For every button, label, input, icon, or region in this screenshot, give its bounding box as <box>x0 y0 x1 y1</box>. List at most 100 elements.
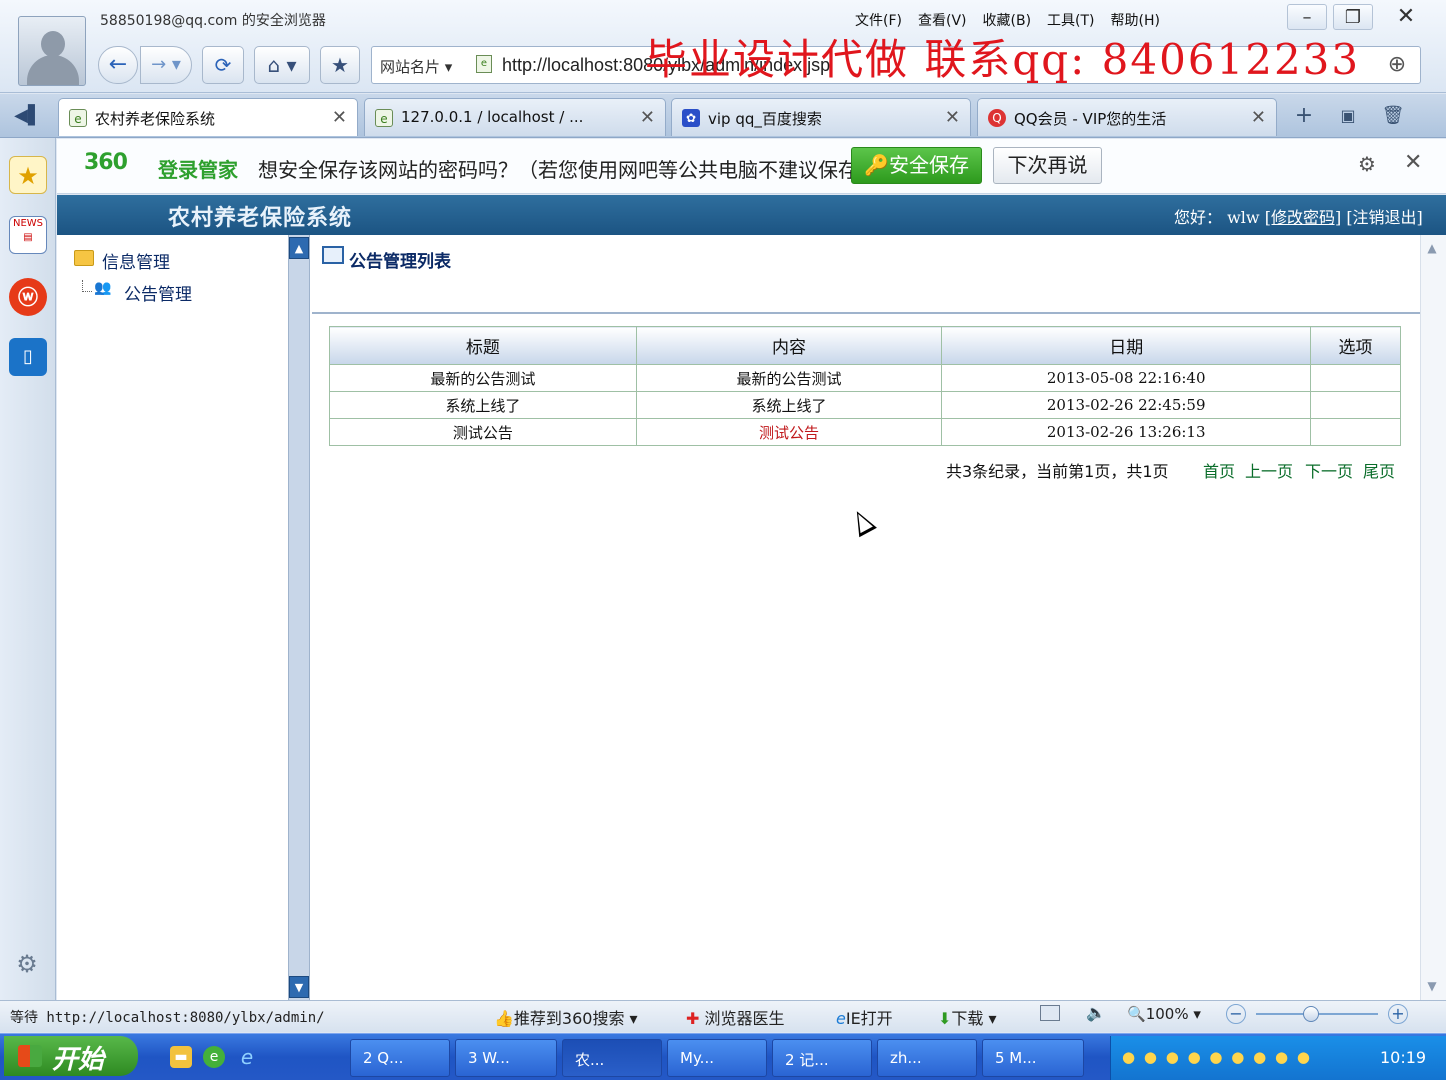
taskbar-item[interactable]: 2 记... <box>772 1039 872 1077</box>
pager-next-link[interactable]: 下一页 <box>1305 458 1353 482</box>
cell-title: 系统上线了 <box>329 391 637 419</box>
safe-save-button[interactable]: 🔑安全保存 <box>851 147 982 184</box>
tab-qq-vip[interactable]: Q QQ会员 - VIP您的生活 ✕ <box>977 98 1277 136</box>
favorite-button[interactable]: ★ <box>320 46 360 84</box>
refresh-icon: ⟳ <box>214 53 232 77</box>
folder-icon[interactable]: ▬ <box>170 1046 192 1068</box>
tab-close-icon[interactable]: ✕ <box>1251 107 1266 128</box>
zoom-dropdown[interactable]: 🔍100% ▾ <box>1127 1005 1201 1023</box>
cell-option <box>1310 418 1401 446</box>
pager-last-link[interactable]: 尾页 <box>1363 458 1395 482</box>
refresh-button[interactable]: ⟳ <box>202 46 244 84</box>
collapse-sidebar-icon[interactable]: ◀▌ <box>8 100 48 132</box>
qq-penguin-icon: Q <box>988 109 1006 127</box>
app-title: 农村养老保险系统 <box>168 205 353 231</box>
ie-icon: e <box>836 1009 846 1028</box>
user-avatar[interactable] <box>18 16 86 86</box>
close-icon[interactable]: ✕ <box>1404 150 1422 175</box>
notice-table: 标题 内容 日期 选项 最新的公告测试 最新的公告测试 2013-05-08 2… <box>329 326 1401 446</box>
scroll-down-arrow-icon[interactable]: ▼ <box>1422 976 1442 996</box>
cell-date: 2013-02-26 22:45:59 <box>941 391 1312 419</box>
window-icon[interactable] <box>1040 1005 1060 1021</box>
scroll-up-arrow-icon[interactable]: ▲ <box>1422 238 1442 258</box>
tab-list-icon[interactable]: ▣ <box>1330 100 1366 132</box>
logo-360: 360 <box>84 150 128 175</box>
nav-tree <box>58 235 288 1000</box>
taskbar-item[interactable]: zh... <box>877 1039 977 1077</box>
taskbar-item[interactable]: 3 W... <box>455 1039 557 1077</box>
browser-doctor-button[interactable]: ✚ 浏览器医生 <box>686 1005 785 1029</box>
zoom-in-button[interactable]: + <box>1388 1004 1408 1024</box>
browser-360-icon[interactable]: e <box>203 1046 225 1068</box>
add-icon[interactable]: ⊕ <box>1380 50 1414 80</box>
pager-first-link[interactable]: 首页 <box>1203 458 1235 482</box>
trash-icon[interactable]: 🗑 <box>1375 100 1411 132</box>
zoom-out-button[interactable]: − <box>1226 1004 1246 1024</box>
new-tab-button[interactable]: + <box>1286 100 1322 132</box>
content-title: 公告管理列表 <box>349 252 451 272</box>
home-button[interactable]: ⌂ ▾ <box>254 46 310 84</box>
tab-baidu-search[interactable]: ✿ vip qq_百度搜索 ✕ <box>671 98 971 136</box>
taskbar-item[interactable]: My... <box>667 1039 767 1077</box>
zoom-slider-thumb[interactable] <box>1302 1006 1319 1022</box>
tab-close-icon[interactable]: ✕ <box>945 107 960 128</box>
page-icon: e <box>476 55 492 73</box>
download-button[interactable]: ⬇下载 ▾ <box>938 1005 997 1029</box>
username: wlw <box>1227 208 1260 227</box>
tree-item-notice-management[interactable]: 公告管理 <box>124 280 192 305</box>
frame-splitter[interactable] <box>288 235 310 1000</box>
tray-icons[interactable]: ● ● ● ● ● ● ● ● ● <box>1122 1048 1312 1066</box>
column-header-title: 标题 <box>329 326 637 365</box>
settings-gear-icon[interactable]: ⚙ <box>12 950 42 980</box>
mobile-icon[interactable]: ▯ <box>9 338 47 376</box>
login-manager-label: 登录管家 <box>158 158 238 182</box>
change-password-link[interactable]: [修改密码] <box>1265 208 1342 227</box>
tab-close-icon[interactable]: ✕ <box>332 107 347 128</box>
download-arrow-icon: ⬇ <box>938 1009 952 1028</box>
weibo-icon[interactable]: ⓦ <box>9 278 47 316</box>
pager-prev-link[interactable]: 上一页 <box>1245 458 1293 482</box>
clock: 10:19 <box>1380 1048 1427 1067</box>
gear-icon[interactable]: ⚙ <box>1358 152 1376 176</box>
window-close-button[interactable]: ✕ <box>1386 4 1426 30</box>
logout-link[interactable]: [注销退出] <box>1346 208 1423 227</box>
tab-localhost[interactable]: e 127.0.0.1 / localhost / ... ✕ <box>364 98 666 136</box>
taskbar-item-active[interactable]: 农... <box>562 1039 662 1077</box>
site-card-dropdown[interactable]: 网站名片 ▾ <box>380 56 452 77</box>
back-button[interactable]: ← <box>98 46 138 84</box>
ie-open-button[interactable]: eIE打开 <box>836 1005 893 1029</box>
ie-icon[interactable]: e <box>236 1046 258 1068</box>
cell-date: 2013-02-26 13:26:13 <box>941 418 1312 446</box>
taskbar-item[interactable]: 5 M... <box>982 1039 1084 1077</box>
cell-title: 最新的公告测试 <box>329 364 637 392</box>
table-row: 最新的公告测试 最新的公告测试 2013-05-08 22:16:40 <box>329 364 1401 392</box>
watermark-overlay: 毕业设计代做 联系qq: 840612233 <box>645 35 1361 84</box>
splitter-up-arrow-icon[interactable]: ▲ <box>289 237 309 259</box>
baidu-paw-icon: ✿ <box>682 109 700 127</box>
table-header-row: 标题 内容 日期 选项 <box>329 326 1401 365</box>
pager-info: 共3条纪录，当前第1页，共1页 <box>946 462 1169 481</box>
recommend-360-button[interactable]: 👍推荐到360搜索 ▾ <box>494 1005 638 1029</box>
tab-rural-pension[interactable]: e 农村养老保险系统 ✕ <box>58 98 358 136</box>
tree-connector <box>82 280 92 292</box>
cell-title: 测试公告 <box>329 418 637 446</box>
tab-close-icon[interactable]: ✕ <box>640 107 655 128</box>
tree-item-info-management[interactable]: 信息管理 <box>102 248 170 273</box>
favorites-star-icon[interactable]: ★ <box>9 156 47 194</box>
page-icon: e <box>69 109 87 127</box>
forward-button[interactable]: → ▾ <box>140 46 192 84</box>
page-icon: e <box>375 109 393 127</box>
status-text: 等待 http://localhost:8080/ylbx/admin/ <box>10 1010 325 1026</box>
speaker-icon[interactable]: 🔈 <box>1086 1003 1106 1022</box>
browser-user-title: 58850198@qq.com 的安全浏览器 <box>100 13 326 29</box>
magnifier-icon: 🔍 <box>1127 1005 1146 1023</box>
password-save-message: 想安全保存该网站的密码吗？（若您使用网吧等公共电脑不建议保存） <box>258 158 878 182</box>
taskbar-item[interactable]: 2 Q... <box>350 1039 450 1077</box>
thumbs-up-icon: 👍 <box>494 1009 514 1028</box>
later-button[interactable]: 下次再说 <box>993 147 1102 184</box>
news-icon[interactable]: NEWS ▤ <box>9 216 47 254</box>
splitter-down-arrow-icon[interactable]: ▼ <box>289 976 309 998</box>
star-icon: ★ <box>331 53 349 77</box>
page-scrollbar[interactable] <box>1420 235 1446 1000</box>
cell-date: 2013-05-08 22:16:40 <box>941 364 1312 392</box>
